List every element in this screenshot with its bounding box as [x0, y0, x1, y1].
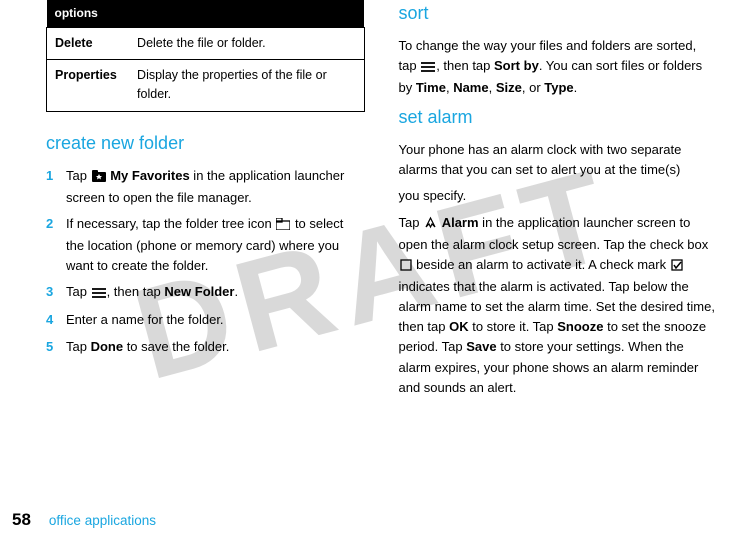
step-3: 3 Tap , then tap New Folder. — [46, 282, 365, 304]
checkbox-empty-icon — [400, 257, 412, 277]
folder-tree-icon — [276, 216, 290, 236]
menu-icon — [421, 58, 435, 78]
step-number: 5 — [46, 337, 66, 357]
step-4: 4 Enter a name for the folder. — [46, 310, 365, 330]
step-2: 2 If necessary, tap the folder tree icon… — [46, 214, 365, 276]
alarm-icon — [424, 215, 437, 235]
menu-icon — [92, 284, 106, 304]
option-label: Delete — [47, 27, 130, 59]
sort-paragraph: To change the way your files and folders… — [399, 36, 718, 98]
step-body: Tap Done to save the folder. — [66, 337, 365, 357]
step-body: Tap My Favorites in the application laun… — [66, 166, 365, 208]
table-row: Delete Delete the file or folder. — [47, 27, 365, 59]
step-number: 3 — [46, 282, 66, 304]
alarm-intro: Your phone has an alarm clock with two s… — [399, 140, 718, 180]
right-column: sort To change the way your files and fo… — [399, 0, 718, 404]
options-header: options — [47, 0, 365, 27]
step-number: 1 — [46, 166, 66, 208]
options-table: options Delete Delete the file or folder… — [46, 0, 365, 112]
step-number: 4 — [46, 310, 66, 330]
page-number: 58 — [12, 507, 31, 533]
option-desc: Display the properties of the file or fo… — [129, 59, 364, 111]
page-footer: 58 office applications — [12, 507, 156, 533]
checkbox-checked-icon — [671, 257, 683, 277]
section-label: office applications — [49, 511, 156, 532]
favorites-folder-icon — [92, 168, 106, 188]
page-columns: options Delete Delete the file or folder… — [0, 0, 751, 404]
heading-create-folder: create new folder — [46, 130, 365, 158]
alarm-intro-2: you specify. — [399, 186, 718, 206]
step-body: Enter a name for the folder. — [66, 310, 365, 330]
heading-sort: sort — [399, 0, 718, 28]
alarm-paragraph: Tap Alarm in the application launcher sc… — [399, 213, 718, 398]
step-1: 1 Tap My Favorites in the application la… — [46, 166, 365, 208]
step-body: If necessary, tap the folder tree icon t… — [66, 214, 365, 276]
heading-set-alarm: set alarm — [399, 104, 718, 132]
step-number: 2 — [46, 214, 66, 276]
table-row: Properties Display the properties of the… — [47, 59, 365, 111]
left-column: options Delete Delete the file or folder… — [46, 0, 365, 404]
step-5: 5 Tap Done to save the folder. — [46, 337, 365, 357]
option-label: Properties — [47, 59, 130, 111]
step-body: Tap , then tap New Folder. — [66, 282, 365, 304]
option-desc: Delete the file or folder. — [129, 27, 364, 59]
